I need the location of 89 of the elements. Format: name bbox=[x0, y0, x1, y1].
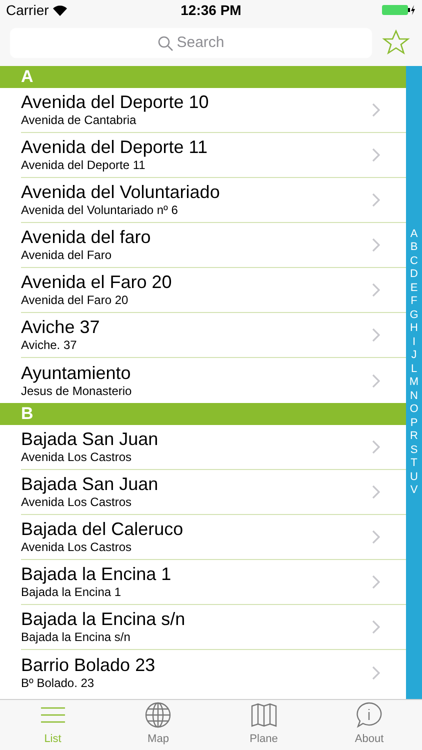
row-title: Ayuntamiento bbox=[21, 362, 132, 384]
tab-item[interactable]: About bbox=[316, 700, 422, 750]
row-title: Avenida del faro bbox=[21, 227, 152, 248]
index-letter[interactable]: V bbox=[410, 484, 418, 498]
battery-icon bbox=[382, 4, 416, 16]
chevron-icon bbox=[372, 620, 380, 634]
row-subtitle: Bº Bolado. 23 bbox=[21, 676, 96, 690]
row-title: Barrio Bolado 23 bbox=[21, 654, 156, 676]
row-title: Bajada San Juan bbox=[21, 474, 160, 495]
row-subtitle: Jesus de Monasterio bbox=[21, 384, 133, 398]
row-title: Avenida del Deporte 11 bbox=[21, 137, 208, 158]
chevron-icon bbox=[372, 575, 380, 589]
index-letter[interactable]: O bbox=[410, 403, 418, 416]
row-subtitle: Bajada la Encina s/n bbox=[21, 630, 132, 645]
list-row[interactable]: Ayuntamiento Jesus de Monasterio bbox=[21, 358, 406, 403]
tab-item[interactable]: Plane bbox=[211, 700, 316, 750]
list-row[interactable]: Bajada la Encina s/n Bajada la Encina s/n bbox=[21, 605, 406, 650]
index-letter[interactable]: G bbox=[410, 308, 418, 322]
row-subtitle: Avenida de Cantabria bbox=[21, 113, 138, 128]
index-letter[interactable]: J bbox=[411, 349, 417, 362]
row-title: Avenida del Deporte 10 bbox=[21, 92, 210, 113]
index-letter[interactable]: I bbox=[412, 336, 416, 349]
row-subtitle: Avenida del Voluntariado nº 6 bbox=[21, 203, 179, 218]
list-row[interactable]: Avenida el Faro 20 Avenida del Faro 20 bbox=[21, 268, 406, 313]
chevron-icon bbox=[372, 666, 380, 680]
index-letter[interactable]: F bbox=[410, 295, 418, 308]
list-row[interactable]: Bajada San Juan Avenida Los Castros bbox=[21, 470, 406, 515]
search-icon bbox=[158, 36, 173, 50]
row-subtitle: Avenida del Faro bbox=[21, 248, 113, 263]
index-letter[interactable]: T bbox=[410, 457, 418, 470]
chevron-icon bbox=[372, 193, 380, 207]
list-row[interactable]: Bajada San Juan Avenida Los Castros bbox=[21, 425, 406, 470]
row-title: Bajada del Caleruco bbox=[21, 519, 184, 540]
index-letter[interactable]: N bbox=[410, 390, 418, 403]
row-title: Bajada la Encina s/n bbox=[21, 609, 186, 630]
index-letter[interactable]: D bbox=[410, 268, 418, 282]
index-letter[interactable]: S bbox=[410, 444, 418, 457]
chevron-icon bbox=[372, 328, 380, 342]
section-header: B bbox=[0, 403, 406, 425]
index-letter[interactable]: B bbox=[410, 241, 418, 254]
map-icon bbox=[250, 702, 277, 728]
chevron-icon bbox=[372, 238, 380, 252]
tab-item[interactable]: Map bbox=[106, 700, 211, 750]
row-title: Avenida el Faro 20 bbox=[21, 272, 173, 293]
chevron-icon bbox=[372, 530, 380, 544]
wifi-icon bbox=[52, 4, 67, 16]
row-title: Bajada San Juan bbox=[21, 429, 160, 450]
index-letter[interactable]: U bbox=[410, 470, 418, 484]
row-subtitle: Avenida del Deporte 11 bbox=[21, 158, 146, 173]
row-subtitle: Aviche. 37 bbox=[21, 338, 78, 353]
carrier-label: Carrier bbox=[6, 0, 49, 20]
status-time: 12:36 PM bbox=[180, 0, 242, 20]
index-letter[interactable]: C bbox=[410, 254, 418, 268]
row-subtitle: Avenida del Faro 20 bbox=[21, 293, 130, 308]
row-subtitle: Bajada la Encina 1 bbox=[21, 585, 122, 600]
list-row[interactable]: Bajada del Caleruco Avenida Los Castros bbox=[21, 515, 406, 560]
chevron-icon bbox=[372, 103, 380, 117]
list-row[interactable]: Avenida del Deporte 10 Avenida de Cantabria bbox=[21, 88, 406, 133]
index-letter[interactable]: E bbox=[410, 282, 418, 295]
chevron-icon bbox=[372, 485, 380, 499]
tab-item[interactable]: List bbox=[0, 700, 106, 750]
index-letter[interactable]: P bbox=[410, 416, 418, 430]
chevron-icon bbox=[372, 440, 380, 454]
chevron-icon bbox=[372, 374, 380, 388]
search-field[interactable]: Search bbox=[10, 28, 372, 58]
index-letter[interactable]: A bbox=[410, 228, 418, 241]
row-subtitle: Avenida Los Castros bbox=[21, 540, 133, 555]
section-header: A bbox=[0, 66, 406, 88]
index-letter[interactable]: R bbox=[410, 430, 418, 444]
globe-icon bbox=[145, 702, 172, 728]
list-row[interactable]: Avenida del faro Avenida del Faro bbox=[21, 223, 406, 268]
row-title: Bajada la Encina 1 bbox=[21, 564, 172, 585]
list-row[interactable]: Bajada la Encina 1 Bajada la Encina 1 bbox=[21, 560, 406, 605]
index-letter[interactable]: M bbox=[409, 376, 419, 390]
chevron-icon bbox=[372, 283, 380, 297]
row-subtitle: Avenida Los Castros bbox=[21, 495, 133, 510]
row-subtitle: Avenida Los Castros bbox=[21, 450, 133, 465]
list-row[interactable]: Avenida del Voluntariado Avenida del Voluntariado nº 6 bbox=[21, 178, 406, 223]
row-title: Aviche 37 bbox=[21, 317, 101, 338]
star-icon bbox=[382, 29, 410, 57]
chevron-icon bbox=[372, 148, 380, 162]
list-row[interactable]: Barrio Bolado 23 Bº Bolado. 23 bbox=[21, 650, 406, 695]
row-title: Avenida del Voluntariado bbox=[21, 182, 221, 203]
list-row[interactable]: Aviche 37 Aviche. 37 bbox=[21, 313, 406, 358]
index-letter[interactable]: L bbox=[410, 362, 418, 376]
index-letter[interactable]: H bbox=[410, 322, 418, 336]
info-icon bbox=[356, 702, 382, 728]
list-row[interactable]: Avenida del Deporte 11 Avenida del Deporte 11 bbox=[21, 133, 406, 178]
section-index-bar[interactable]: A B C D E F G H I J L M N O P R S T U V bbox=[406, 66, 422, 699]
